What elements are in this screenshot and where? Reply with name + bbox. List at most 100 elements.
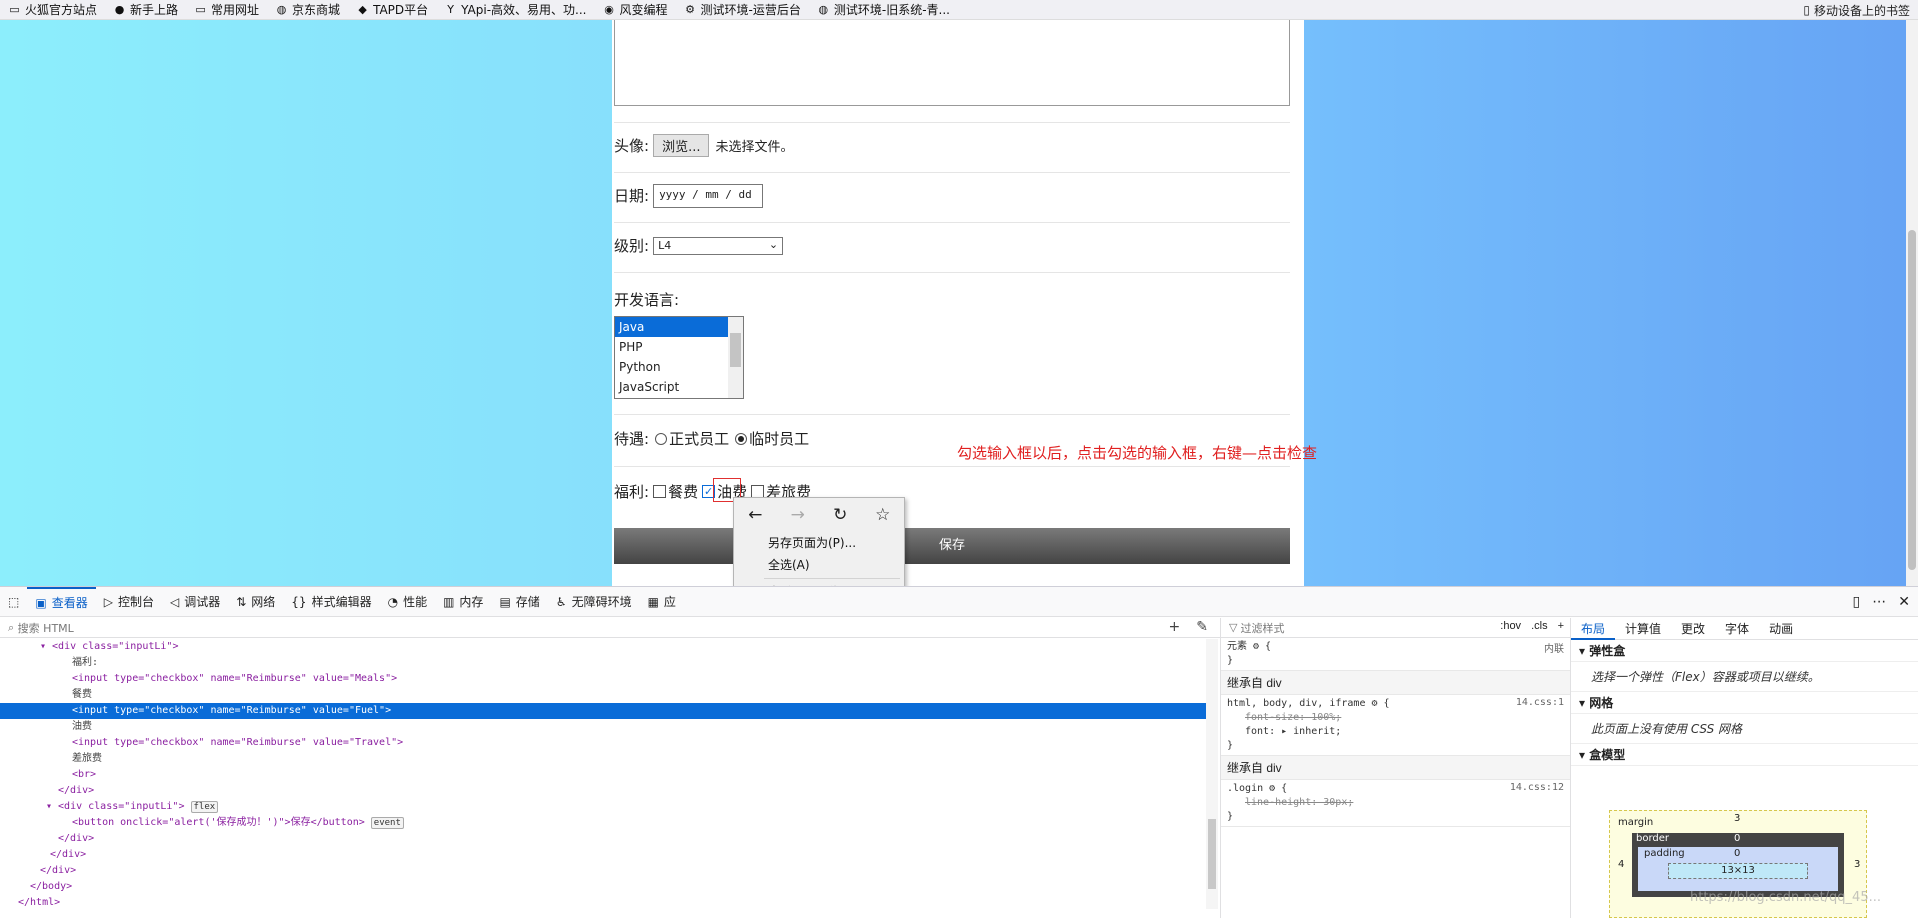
pick-element-icon[interactable]: ⬚ bbox=[0, 587, 27, 617]
bookmark-item[interactable]: Y YApi-高效、易用、功... bbox=[436, 1, 594, 18]
tree-node[interactable]: 餐费 bbox=[0, 687, 1206, 703]
listbox-scrollbar[interactable] bbox=[728, 317, 743, 398]
tree-node[interactable]: </div> bbox=[0, 831, 1206, 847]
tree-node[interactable]: ▾ <div class="inputLi"> bbox=[0, 639, 1206, 655]
mobile-bookmarks[interactable]: ▯ 移动设备上的书签 bbox=[1803, 0, 1910, 20]
devtools-tab[interactable]: ◔ 性能 bbox=[380, 587, 436, 617]
devtools-tab[interactable]: ♿ 无障碍环境 bbox=[548, 587, 640, 617]
tree-scrollbar[interactable] bbox=[1206, 639, 1218, 909]
rules-tool-button[interactable]: + bbox=[1558, 620, 1564, 632]
page-scrollbar[interactable] bbox=[1906, 20, 1918, 586]
code-icon: ◉ bbox=[604, 2, 614, 16]
tree-node[interactable]: <button onclick="alert('保存成功！')">保存</but… bbox=[0, 815, 1206, 831]
tree-node-text: ▾ <div class="inputLi"> bbox=[40, 641, 179, 652]
dock-icon[interactable]: ▯ bbox=[1853, 594, 1861, 610]
tree-node[interactable]: 福利: bbox=[0, 655, 1206, 671]
flex-section-title[interactable]: ▾ 弹性盒 bbox=[1571, 640, 1918, 662]
save-button[interactable]: 保存 bbox=[614, 528, 1290, 564]
devtools-tab[interactable]: ▷ 控制台 bbox=[96, 587, 162, 617]
rule-2: .login ⚙ { 14.css:12 line-height: 30px; … bbox=[1221, 780, 1570, 827]
rules-filter-input[interactable]: 过滤样式 bbox=[1241, 620, 1285, 636]
reload-icon[interactable]: ↻ bbox=[828, 505, 852, 525]
listbox-option[interactable]: Java bbox=[615, 317, 728, 337]
rules-tool-button[interactable]: :hov bbox=[1500, 620, 1521, 632]
context-menu-item[interactable]: 另存页面为(P)... bbox=[734, 532, 904, 554]
yapi-icon: Y bbox=[447, 2, 455, 16]
margin-right-value[interactable]: 3 bbox=[1854, 859, 1860, 870]
treat-radio[interactable] bbox=[655, 432, 668, 445]
close-icon[interactable]: ✕ bbox=[1898, 594, 1910, 610]
bookmark-item[interactable]: ▭ 常用网址 bbox=[186, 1, 267, 18]
bookmark-label: 火狐官方站点 bbox=[25, 3, 98, 17]
layout-tab[interactable]: 计算值 bbox=[1615, 618, 1671, 640]
bookmark-label: 新手上路 bbox=[130, 3, 179, 17]
tree-node[interactable]: ▾ <div class="inputLi"> flex bbox=[0, 799, 1206, 815]
rule-1-src[interactable]: 14.css:1 bbox=[1516, 697, 1564, 708]
devtools-tab[interactable]: ▥ 内存 bbox=[435, 587, 491, 617]
layout-tab[interactable]: 更改 bbox=[1671, 618, 1715, 640]
tree-node[interactable]: </html> bbox=[0, 895, 1206, 909]
listbox-option[interactable]: Python bbox=[615, 357, 728, 377]
margin-left-value[interactable]: 4 bbox=[1618, 859, 1624, 870]
context-menu-item[interactable]: 全选(A) bbox=[734, 554, 904, 576]
treat-option-label: 正式员工 bbox=[669, 430, 730, 448]
rule-1-prop[interactable]: font: ▸ inherit; bbox=[1227, 725, 1564, 739]
tree-node[interactable]: </div> bbox=[0, 847, 1206, 863]
performance-icon: ◔ bbox=[387, 594, 399, 609]
forward-icon[interactable]: → bbox=[786, 505, 810, 525]
bookmark-item[interactable]: ◆ TAPD平台 bbox=[348, 1, 436, 18]
grid-section-title[interactable]: ▾ 网格 bbox=[1571, 692, 1918, 714]
padding-top-value[interactable]: 0 bbox=[1734, 848, 1740, 859]
bookmark-item[interactable]: ◉ 风变编程 bbox=[595, 1, 676, 18]
listbox-option[interactable]: PHP bbox=[615, 337, 728, 357]
rules-tool-button[interactable]: .cls bbox=[1531, 620, 1548, 632]
tree-node-badge[interactable]: flex bbox=[190, 801, 219, 813]
language-listbox[interactable]: Java PHP Python JavaScript bbox=[614, 316, 744, 399]
treat-radio[interactable] bbox=[735, 432, 748, 445]
firefox-icon: ● bbox=[114, 2, 125, 16]
bookmark-item[interactable]: ⚙ 测试环境-运营后台 bbox=[676, 1, 809, 18]
tree-node[interactable]: <input type="checkbox" name="Reimburse" … bbox=[0, 735, 1206, 751]
rule-2-strike: line-height: 30px; bbox=[1245, 797, 1354, 808]
bookmark-label: 常用网址 bbox=[211, 3, 260, 17]
devtools-tab[interactable]: ▦ 应 bbox=[640, 587, 684, 617]
tree-node[interactable]: <input type="checkbox" name="Reimburse" … bbox=[0, 703, 1206, 719]
border-top-value[interactable]: 0 bbox=[1734, 833, 1740, 844]
layout-tab[interactable]: 字体 bbox=[1715, 618, 1759, 640]
add-node-icon[interactable]: + bbox=[1169, 619, 1181, 635]
layout-tab[interactable]: 布局 bbox=[1571, 618, 1616, 640]
browse-button[interactable]: 浏览... bbox=[653, 134, 710, 157]
listbox-option[interactable]: JavaScript bbox=[615, 377, 728, 397]
flex-section-body: 选择一个弹性（Flex）容器或项目以继续。 bbox=[1571, 662, 1918, 692]
devtools-tab[interactable]: {} 样式编辑器 bbox=[283, 587, 379, 617]
bookmark-item[interactable]: ● 新手上路 bbox=[105, 1, 186, 18]
box-section-title[interactable]: ▾ 盒模型 bbox=[1571, 744, 1918, 766]
tree-node[interactable]: 油费 bbox=[0, 719, 1206, 735]
textarea-field[interactable] bbox=[614, 20, 1290, 106]
tree-node[interactable]: </div> bbox=[0, 783, 1206, 799]
level-select[interactable]: L4 ⌄ bbox=[653, 236, 784, 255]
date-input[interactable]: yyyy / mm / dd bbox=[653, 183, 764, 208]
margin-top-value[interactable]: 3 bbox=[1734, 813, 1740, 824]
tree-node[interactable]: </div> bbox=[0, 863, 1206, 879]
tree-node[interactable]: <input type="checkbox" name="Reimburse" … bbox=[0, 671, 1206, 687]
devtools-tab[interactable]: ▤ 存储 bbox=[491, 587, 547, 617]
tree-node[interactable]: 差旅费 bbox=[0, 751, 1206, 767]
eyedropper-icon[interactable]: ✎ bbox=[1196, 619, 1208, 635]
bookmark-item[interactable]: ◍ 测试环境-旧系统-青... bbox=[809, 1, 958, 18]
rule-2-src[interactable]: 14.css:12 bbox=[1510, 782, 1564, 793]
devtools-tab[interactable]: ◁ 调试器 bbox=[162, 587, 228, 617]
back-icon[interactable]: ← bbox=[743, 505, 767, 525]
bookmark-item[interactable]: ◍ 京东商城 bbox=[267, 1, 348, 18]
layout-tab[interactable]: 动画 bbox=[1759, 618, 1803, 640]
tree-node-badge[interactable]: event bbox=[370, 817, 404, 829]
html-search-input[interactable]: 搜索 HTML bbox=[18, 620, 74, 636]
bookmark-star-icon[interactable]: ☆ bbox=[871, 505, 895, 525]
welfare-checkbox[interactable] bbox=[653, 485, 667, 498]
devtools-tab[interactable]: ⇅ 网络 bbox=[228, 587, 283, 617]
tree-node[interactable]: <br> bbox=[0, 767, 1206, 783]
bookmark-item[interactable]: ▭ 火狐官方站点 bbox=[0, 1, 105, 18]
more-icon[interactable]: ⋯ bbox=[1872, 594, 1886, 610]
tree-node[interactable]: </body> bbox=[0, 879, 1206, 895]
devtools-tab[interactable]: ▣ 查看器 bbox=[27, 586, 96, 617]
